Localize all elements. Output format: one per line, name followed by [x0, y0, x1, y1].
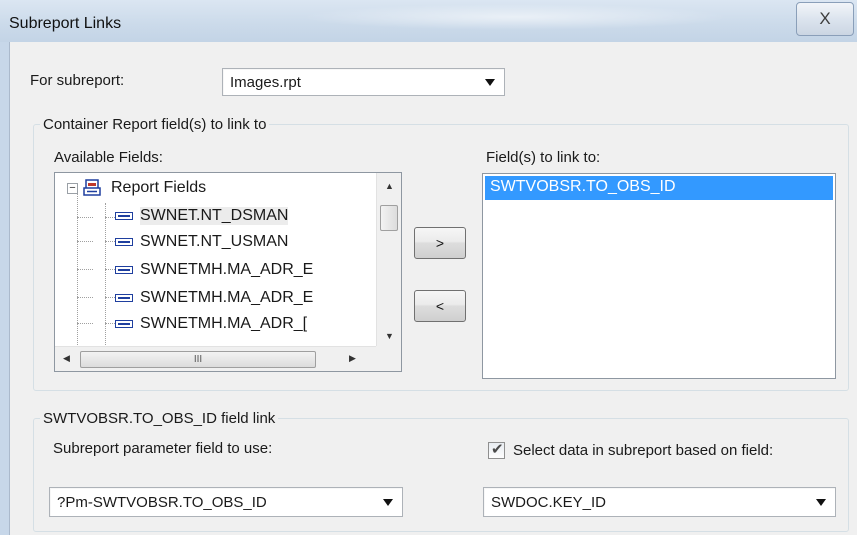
window-title: Subreport Links: [9, 15, 122, 32]
tree-item[interactable]: SWNET.NT_DSMAN: [55, 205, 375, 229]
tree-item[interactable]: SWNETMH.MA_ADR_E: [55, 259, 375, 283]
tree-root-label: Report Fields: [111, 179, 207, 196]
tree-item[interactable]: SWNET.NT_USMAN: [55, 231, 375, 255]
tree-item[interactable]: SWNETMH.MA_ADR_E: [55, 287, 375, 311]
list-item[interactable]: SWTVOBSR.TO_OBS_ID: [485, 176, 833, 200]
add-field-button[interactable]: >: [414, 227, 466, 259]
chevron-down-icon: [485, 79, 495, 86]
data-field-value: SWDOC.KEY_ID: [491, 494, 607, 511]
add-field-label: >: [435, 235, 445, 251]
database-field-icon: [115, 266, 133, 274]
title-bar: Subreport Links X: [0, 0, 857, 42]
for-subreport-label: For subreport:: [30, 72, 125, 89]
param-field-select[interactable]: ?Pm-SWTVOBSR.TO_OBS_ID: [49, 487, 403, 517]
database-field-icon: [115, 238, 133, 246]
report-fields-icon: [83, 179, 101, 196]
tree-vertical-scrollbar[interactable]: ▲ ▼: [376, 173, 401, 348]
available-fields-tree[interactable]: − Report Fields SWNET.NT_DSMAN SWNET.NT_…: [54, 172, 402, 372]
chevron-down-icon: [816, 499, 826, 506]
tree-item-label: SWNETMH.MA_ADR_E: [140, 289, 314, 306]
tree-item-label: SWNETMH.MA_ADR_[: [140, 315, 308, 332]
select-data-checkbox[interactable]: ✔: [488, 441, 505, 459]
scroll-left-icon[interactable]: ◀: [63, 353, 70, 364]
for-subreport-select[interactable]: Images.rpt: [222, 68, 505, 96]
tree-item[interactable]: SWNETMH.MA_ADR_[: [55, 313, 375, 337]
scroll-up-icon[interactable]: ▲: [385, 181, 394, 191]
minus-expander-icon[interactable]: −: [67, 183, 78, 194]
param-field-label: Subreport parameter field to use:: [53, 440, 273, 457]
tree-item-label: SWNET.NT_DSMAN: [140, 207, 289, 225]
window-left-edge: [0, 42, 9, 535]
scroll-right-icon[interactable]: ▶: [349, 353, 356, 364]
remove-field-label: <: [435, 298, 445, 314]
scroll-corner: [376, 346, 401, 371]
tree-item-label: SWNETMH.MA_ADR_E: [140, 261, 314, 278]
tree-root-row[interactable]: − Report Fields: [55, 177, 375, 201]
scroll-down-icon[interactable]: ▼: [385, 331, 394, 341]
database-field-icon: [115, 320, 133, 328]
tree-horizontal-scrollbar[interactable]: ◀ III ▶: [55, 346, 377, 371]
chevron-down-icon: [383, 499, 393, 506]
close-icon: X: [819, 9, 831, 28]
database-field-icon: [115, 212, 133, 220]
checkmark-icon: ✔: [491, 441, 504, 458]
remove-field-button[interactable]: <: [414, 290, 466, 322]
title-glass: [300, 4, 730, 30]
linked-fields-label: Field(s) to link to:: [486, 149, 601, 166]
param-field-value: ?Pm-SWTVOBSR.TO_OBS_ID: [57, 494, 267, 511]
vertical-scroll-thumb[interactable]: [380, 205, 398, 231]
tree-item-label: SWNET.NT_USMAN: [140, 233, 289, 250]
linked-fields-list[interactable]: SWTVOBSR.TO_OBS_ID: [482, 173, 836, 379]
field-link-legend: SWTVOBSR.TO_OBS_ID field link: [40, 410, 279, 427]
for-subreport-value: Images.rpt: [230, 74, 301, 91]
select-data-label: Select data in subreport based on field:: [513, 442, 774, 459]
database-field-icon: [115, 294, 133, 302]
container-fields-legend: Container Report field(s) to link to: [40, 116, 270, 133]
available-fields-label: Available Fields:: [54, 149, 163, 166]
close-button[interactable]: X: [796, 2, 854, 36]
horizontal-scroll-thumb[interactable]: III: [80, 351, 316, 368]
data-field-select[interactable]: SWDOC.KEY_ID: [483, 487, 836, 517]
